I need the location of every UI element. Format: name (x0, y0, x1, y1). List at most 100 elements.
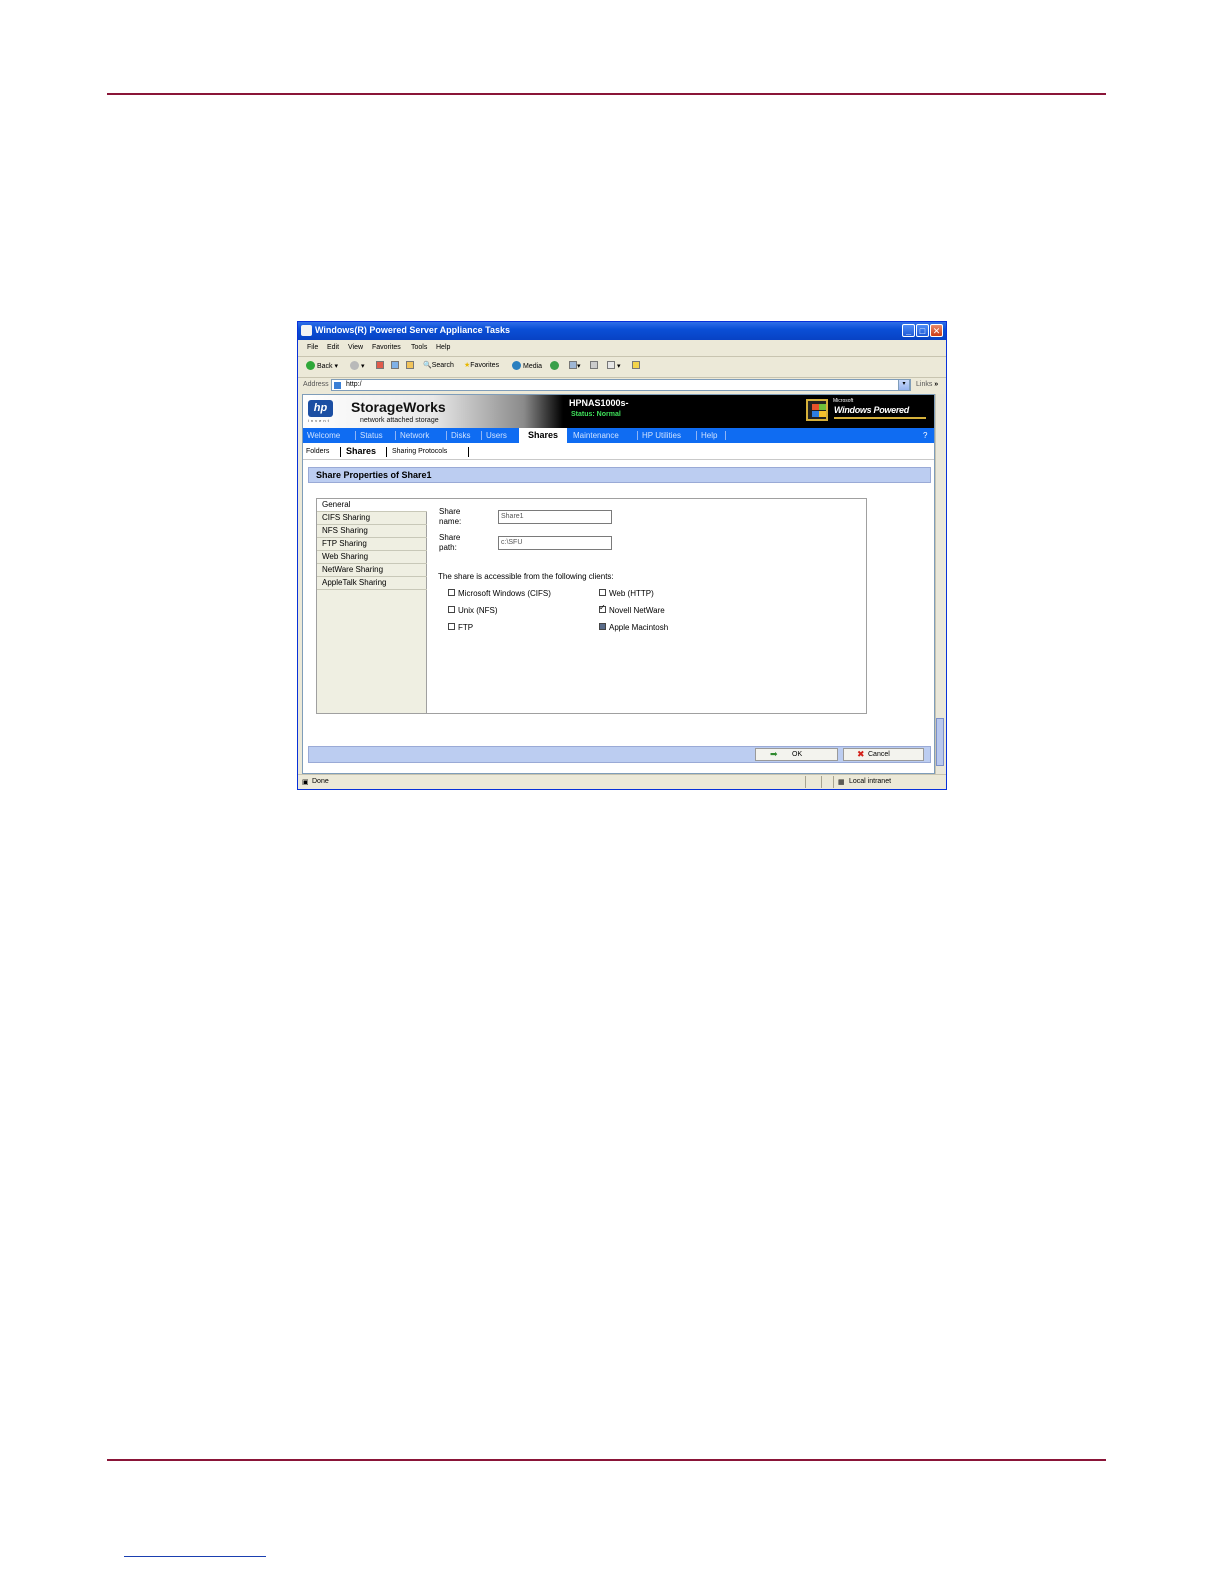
search-button[interactable]: 🔍Search (423, 361, 454, 369)
footer-link-underline[interactable] (124, 1556, 266, 1557)
tab-appletalk-sharing[interactable]: AppleTalk Sharing (317, 577, 427, 590)
windows-ms-text: Microsoft (833, 398, 854, 404)
menu-favorites[interactable]: Favorites (372, 344, 401, 351)
media-icon (512, 361, 521, 370)
client-netware-checkbox[interactable] (599, 603, 606, 613)
help-icon[interactable]: ? (923, 431, 927, 440)
client-nfs-checkbox[interactable] (448, 606, 455, 613)
page-bottom-rule (107, 1459, 1106, 1461)
cancel-button[interactable]: ✖ Cancel (843, 748, 924, 761)
home-button[interactable] (406, 361, 414, 370)
address-dropdown-button[interactable]: ▾ (898, 379, 910, 391)
nav-help[interactable]: Help (701, 431, 717, 440)
menu-file[interactable]: File (307, 344, 318, 351)
client-apple-option[interactable]: Apple Macintosh (599, 623, 668, 632)
print-button[interactable] (590, 361, 598, 370)
edit-button[interactable]: ▾ (607, 361, 620, 370)
tab-web-sharing[interactable]: Web Sharing (317, 551, 427, 564)
links-button[interactable]: Links » (916, 381, 938, 388)
windows-powered-underline (834, 417, 926, 419)
home-icon (406, 361, 414, 369)
nav-network[interactable]: Network (400, 431, 429, 440)
refresh-button[interactable] (391, 361, 399, 370)
tab-ftp-sharing[interactable]: FTP Sharing (317, 538, 427, 551)
page-icon (334, 382, 341, 389)
stop-button[interactable] (376, 361, 384, 370)
status-divider (805, 776, 806, 788)
nav-hp-utilities[interactable]: HP Utilities (642, 431, 681, 440)
property-tabs: General CIFS Sharing NFS Sharing FTP Sha… (317, 499, 427, 713)
zone-icon: ▦ (838, 779, 845, 786)
sub-nav: Folders Shares Sharing Protocols (303, 443, 934, 460)
status-divider (833, 776, 834, 788)
history-button[interactable] (550, 361, 561, 370)
page-top-rule (107, 93, 1106, 95)
tab-general[interactable]: General (317, 499, 427, 512)
nav-maintenance[interactable]: Maintenance (573, 431, 619, 440)
subnav-sharing-protocols[interactable]: Sharing Protocols (392, 448, 447, 455)
address-value: http:/ (346, 381, 362, 388)
product-title: StorageWorks (351, 399, 446, 415)
server-name: HPNAS1000s- (569, 398, 629, 408)
minimize-button[interactable]: _ (902, 324, 915, 337)
menu-view[interactable]: View (348, 344, 363, 351)
tab-netware-sharing[interactable]: NetWare Sharing (317, 564, 427, 577)
action-bar: ➡ OK ✖ Cancel (308, 746, 931, 763)
menu-tools[interactable]: Tools (411, 344, 427, 351)
back-arrow-icon (306, 361, 315, 370)
windows-powered-logo: Microsoft Windows Powered (806, 398, 926, 423)
title-bar[interactable]: Windows(R) Powered Server Appliance Task… (298, 322, 946, 340)
back-button[interactable]: Back ▾ (306, 361, 338, 370)
toolbar: Back ▾ ▾ 🔍Search ★Favorites Media ▾ ▾ (298, 357, 946, 378)
windows-powered-text: Windows Powered (834, 405, 909, 415)
status-page-icon: ▣ (302, 779, 309, 786)
forward-button[interactable]: ▾ (350, 361, 365, 370)
section-title: Share Properties of Share1 (316, 470, 432, 480)
client-apple-checkbox[interactable] (599, 623, 606, 630)
client-ftp-checkbox[interactable] (448, 623, 455, 630)
favorites-button[interactable]: ★Favorites (464, 361, 499, 369)
nav-separator (446, 431, 447, 440)
hp-logo[interactable]: hp (308, 400, 333, 417)
vertical-scrollbar[interactable] (935, 394, 944, 774)
mail-icon (569, 361, 577, 369)
address-bar: Address http:/ ▾ Links » (298, 378, 946, 393)
windows-flag-icon (806, 399, 828, 421)
nav-users[interactable]: Users (486, 431, 507, 440)
tab-cifs-sharing[interactable]: CIFS Sharing (317, 512, 427, 525)
client-cifs-option[interactable]: Microsoft Windows (CIFS) (448, 589, 551, 598)
client-nfs-option[interactable]: Unix (NFS) (448, 606, 498, 615)
address-input[interactable]: http:/ (331, 379, 911, 391)
menu-edit[interactable]: Edit (327, 344, 339, 351)
client-ftp-option[interactable]: FTP (448, 623, 473, 632)
close-button[interactable]: ✕ (930, 324, 943, 337)
subnav-folders[interactable]: Folders (306, 448, 329, 455)
client-netware-option[interactable]: Novell NetWare (599, 603, 665, 615)
nav-shares[interactable]: Shares (519, 428, 567, 443)
subnav-shares[interactable]: Shares (346, 446, 376, 456)
tab-nfs-sharing[interactable]: NFS Sharing (317, 525, 427, 538)
menu-help[interactable]: Help (436, 344, 450, 351)
nav-separator (725, 431, 726, 440)
subnav-separator (386, 447, 387, 457)
client-cifs-checkbox[interactable] (448, 589, 455, 596)
subnav-separator (468, 447, 469, 457)
maximize-button[interactable]: □ (916, 324, 929, 337)
client-web-checkbox[interactable] (599, 589, 606, 596)
browser-window: Windows(R) Powered Server Appliance Task… (297, 321, 947, 790)
invent-text: invent (308, 418, 331, 423)
messenger-button[interactable] (632, 361, 640, 370)
ie-app-icon (301, 325, 312, 336)
media-button[interactable]: Media (512, 361, 542, 370)
nav-disks[interactable]: Disks (451, 431, 471, 440)
ok-button[interactable]: ➡ OK (755, 748, 838, 761)
nav-status[interactable]: Status (360, 431, 383, 440)
nav-welcome[interactable]: Welcome (307, 431, 340, 440)
mail-button[interactable]: ▾ (569, 361, 581, 370)
share-name-input[interactable]: Share1 (498, 510, 612, 524)
share-path-input[interactable]: c:\SFU (498, 536, 612, 550)
client-web-option[interactable]: Web (HTTP) (599, 589, 654, 598)
nav-separator (395, 431, 396, 440)
edit-icon (607, 361, 615, 369)
scrollbar-thumb[interactable] (936, 718, 944, 766)
